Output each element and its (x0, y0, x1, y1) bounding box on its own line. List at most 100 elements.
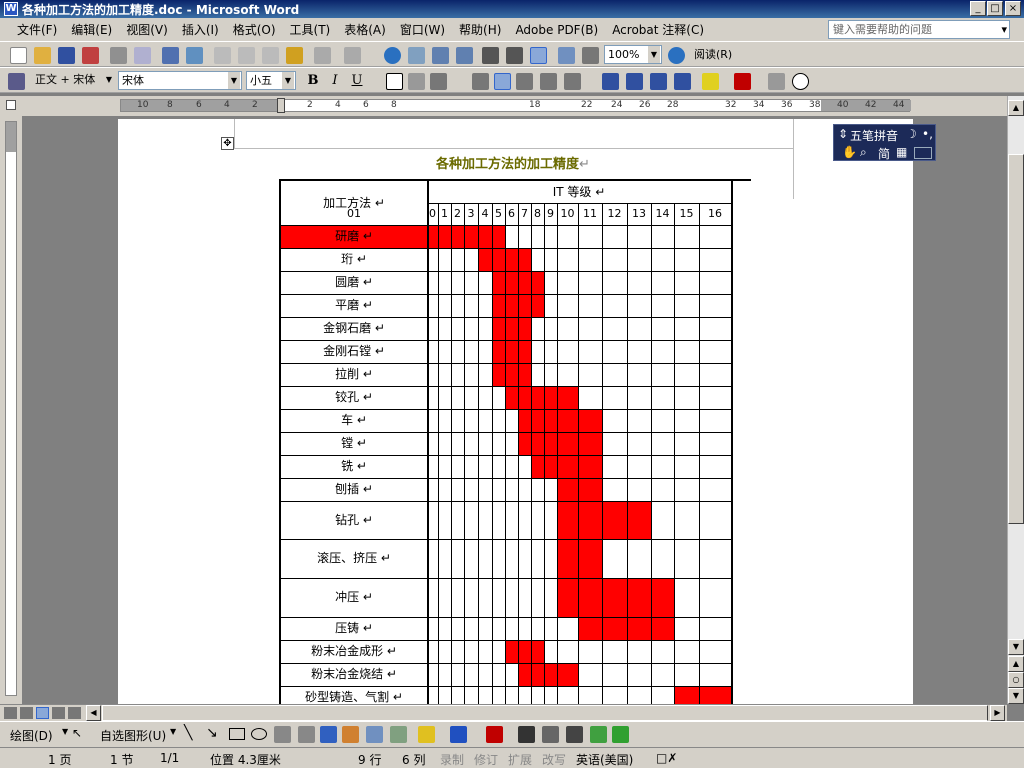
scroll-up-button[interactable]: ▲ (1008, 100, 1024, 116)
line-icon[interactable]: ╲ (184, 725, 192, 741)
horizontal-scrollbar[interactable]: ◀ ▶ (0, 704, 1007, 721)
spelling-status-icon[interactable]: □✗ (656, 751, 677, 765)
draw-font-color-icon[interactable] (486, 726, 503, 743)
method-cell[interactable]: 滚压、挤压 ↵ (281, 539, 427, 578)
autoshapes-button[interactable]: 自选图形(U) (100, 727, 166, 744)
char-shading-icon[interactable] (408, 73, 425, 90)
clipart-icon[interactable] (366, 726, 383, 743)
menu-table[interactable]: 表格(A) (337, 21, 393, 38)
method-cell[interactable]: 铰孔 ↵ (281, 386, 427, 409)
menu-file[interactable]: 文件(F) (10, 21, 64, 38)
print-view-icon[interactable] (36, 707, 49, 719)
vertical-ruler[interactable] (0, 116, 22, 704)
word-app-icon[interactable]: W (4, 2, 18, 16)
ime-name[interactable]: 五笔拼音 (850, 127, 898, 144)
arrow-icon[interactable]: ↘ (206, 725, 218, 741)
enclose-char-icon[interactable] (792, 73, 809, 90)
char-scale-icon[interactable] (430, 73, 447, 90)
method-cell[interactable]: 镗 ↵ (281, 432, 427, 455)
bold-button[interactable]: B (304, 72, 322, 90)
format-painter-icon[interactable] (286, 47, 303, 64)
read-button[interactable]: 阅读(R) (694, 46, 758, 64)
help-dropdown-icon[interactable]: ▾ (1001, 21, 1007, 38)
print-icon[interactable] (110, 47, 127, 64)
precision-table[interactable]: 加工方法 ↵ IT 等级 ↵ 01 0 1 2 3 4 5 6 7 8 9 10 11 12 13 14 15 16 研… (279, 179, 751, 705)
h-scroll-thumb[interactable] (102, 705, 988, 721)
method-cell[interactable]: 金钢石磨 ↵ (281, 317, 427, 340)
underline-button[interactable]: U (348, 72, 366, 90)
menu-window[interactable]: 窗口(W) (393, 21, 452, 38)
undo-icon[interactable] (314, 47, 331, 64)
font-size-dropdown-icon[interactable]: ▼ (282, 72, 294, 89)
char-border-icon[interactable] (386, 73, 403, 90)
method-cell[interactable]: 冲压 ↵ (281, 578, 427, 617)
next-page-button[interactable]: ▼ (1008, 688, 1024, 704)
save-icon[interactable] (58, 47, 75, 64)
open-folder-icon[interactable] (34, 47, 51, 64)
scroll-left-button[interactable]: ◀ (86, 705, 101, 721)
draw-dropdown-icon[interactable]: ▼ (62, 727, 68, 736)
thumbnails-icon[interactable] (558, 47, 575, 64)
ime-toolbar[interactable]: ⇕ 五笔拼音 ☽ •, ✋ ⌕ 简 ▦ (833, 124, 936, 161)
cut-icon[interactable] (214, 47, 231, 64)
shadow-icon[interactable] (590, 726, 607, 743)
print-preview-icon[interactable] (134, 47, 151, 64)
line-spacing-icon[interactable] (564, 73, 581, 90)
wordart-icon[interactable] (320, 726, 337, 743)
redo-icon[interactable] (344, 47, 361, 64)
table-move-handle[interactable]: ✥ (221, 137, 234, 150)
highlight-icon[interactable] (702, 73, 719, 90)
ime-keyboard-icon[interactable] (914, 147, 932, 159)
ime-search-icon[interactable]: ⌕ (860, 145, 867, 160)
menu-view[interactable]: 视图(V) (119, 21, 175, 38)
scroll-down-button[interactable]: ▼ (1008, 639, 1024, 655)
minimize-button[interactable]: _ (970, 1, 986, 16)
tab-selector-icon[interactable] (6, 100, 16, 110)
web-view-icon[interactable] (20, 707, 33, 719)
ime-hand-icon[interactable]: ✋ (842, 145, 857, 159)
show-hide-icon[interactable] (582, 47, 599, 64)
menu-edit[interactable]: 编辑(E) (64, 21, 119, 38)
menu-format[interactable]: 格式(O) (226, 21, 283, 38)
method-cell[interactable]: 砂型铸造、气割 ↵ (281, 686, 427, 705)
drawing-icon[interactable] (506, 47, 523, 64)
method-cell[interactable]: 压铸 ↵ (281, 617, 427, 640)
status-overtype[interactable]: 改写 (542, 751, 566, 768)
font-size-select[interactable]: 小五 ▼ (246, 71, 296, 90)
ime-handle-icon[interactable]: ⇕ (838, 127, 848, 141)
permission-icon[interactable] (82, 47, 99, 64)
method-cell[interactable]: 刨插 ↵ (281, 478, 427, 501)
line-style-icon[interactable] (518, 726, 535, 743)
normal-view-icon[interactable] (4, 707, 17, 719)
document-map-icon[interactable] (530, 47, 547, 64)
research-icon[interactable] (186, 47, 203, 64)
scroll-thumb[interactable] (1008, 154, 1024, 524)
insert-excel-icon[interactable] (456, 47, 473, 64)
styles-icon[interactable] (8, 73, 25, 90)
copy-icon[interactable] (238, 47, 255, 64)
textbox-icon[interactable] (274, 726, 291, 743)
zoom-select[interactable]: 100% ▼ (604, 45, 662, 64)
distributed-icon[interactable] (540, 73, 557, 90)
align-right-icon[interactable] (516, 73, 533, 90)
outline-view-icon[interactable] (52, 707, 65, 719)
hyperlink-icon[interactable] (384, 47, 401, 64)
menu-insert[interactable]: 插入(I) (175, 21, 226, 38)
style-select[interactable]: 正文 + 宋体 ▼ (32, 71, 116, 90)
phonetic-guide-icon[interactable] (768, 73, 785, 90)
prev-page-button[interactable]: ▲ (1008, 656, 1024, 672)
paste-icon[interactable] (262, 47, 279, 64)
tables-borders-icon[interactable] (408, 47, 425, 64)
decrease-indent-icon[interactable] (650, 73, 667, 90)
status-record[interactable]: 录制 (440, 751, 464, 768)
status-track-changes[interactable]: 修订 (474, 751, 498, 768)
menu-acrobat-comments[interactable]: Acrobat 注释(C) (605, 21, 711, 38)
ime-grid-icon[interactable]: ▦ (896, 145, 907, 159)
method-cell[interactable]: 圆磨 ↵ (281, 271, 427, 294)
draw-menu-button[interactable]: 绘图(D) (10, 727, 53, 744)
select-browse-object-button[interactable]: ○ (1008, 672, 1024, 688)
dash-style-icon[interactable] (542, 726, 559, 743)
method-cell[interactable]: 金刚石镗 ↵ (281, 340, 427, 363)
3d-icon[interactable] (612, 726, 629, 743)
diagram-icon[interactable] (342, 726, 359, 743)
